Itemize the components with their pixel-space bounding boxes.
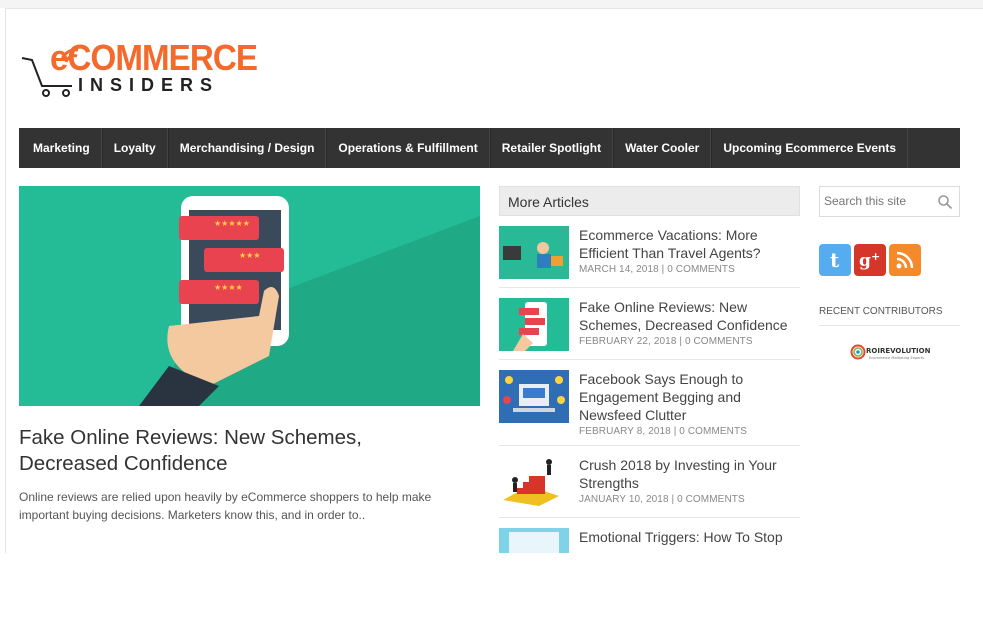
- rss-icon[interactable]: [889, 244, 921, 276]
- svg-text:g: g: [859, 251, 871, 271]
- article-meta: JANUARY 10, 2018 | 0 COMMENTS: [579, 494, 745, 505]
- article-thumbnail[interactable]: [499, 370, 569, 423]
- svg-text:ROIREVOLUTION: ROIREVOLUTION: [866, 347, 931, 355]
- article-title[interactable]: Crush 2018 by Investing in Your Strength…: [579, 456, 800, 492]
- logo-text-ecommerce: eCOMMERCE: [50, 37, 258, 78]
- logo-text-insiders: INSIDERS: [78, 75, 220, 95]
- roi-revolution-logo[interactable]: ROIREVOLUTION Ecommerce Marketing Expert…: [850, 343, 932, 361]
- page-bottom-blank: [0, 553, 983, 630]
- article-thumbnail[interactable]: [499, 456, 569, 509]
- top-strip: [0, 0, 983, 8]
- nav-item-operations[interactable]: Operations & Fulfillment: [326, 128, 490, 168]
- nav-item-loyalty[interactable]: Loyalty: [101, 128, 168, 168]
- article-title[interactable]: Emotional Triggers: How To Stop: [579, 528, 800, 546]
- search-icon[interactable]: [937, 194, 953, 210]
- svg-text:Ecommerce Marketing Experts: Ecommerce Marketing Experts: [869, 356, 924, 360]
- svg-text:t: t: [830, 249, 840, 271]
- article-thumbnail[interactable]: [499, 298, 569, 351]
- social-links: t g +: [819, 244, 921, 276]
- list-item[interactable]: Ecommerce Vacations: More Efficient Than…: [499, 226, 800, 288]
- google-plus-icon[interactable]: g +: [854, 244, 886, 276]
- article-title[interactable]: Fake Online Reviews: New Schemes, Decrea…: [579, 298, 800, 334]
- svg-text:★★★: ★★★: [239, 251, 261, 260]
- article-meta: MARCH 14, 2018 | 0 COMMENTS: [579, 264, 735, 275]
- phone-reviews-illustration: ★★★★★ ★★★ ★★★★: [19, 186, 480, 406]
- list-item[interactable]: Fake Online Reviews: New Schemes, Decrea…: [499, 298, 800, 360]
- article-meta: FEBRUARY 8, 2018 | 0 COMMENTS: [579, 426, 747, 437]
- nav-item-merchandising[interactable]: Merchandising / Design: [167, 128, 327, 168]
- site-logo[interactable]: eCOMMERCE INSIDERS: [20, 38, 258, 98]
- featured-excerpt: Online reviews are relied upon heavily b…: [19, 490, 432, 522]
- svg-text:★★★★★: ★★★★★: [214, 219, 250, 228]
- article-title[interactable]: Facebook Says Enough to Engagement Beggi…: [579, 370, 800, 424]
- search-input[interactable]: [824, 194, 929, 208]
- nav-item-water-cooler[interactable]: Water Cooler: [613, 128, 712, 168]
- article-thumbnail[interactable]: [499, 226, 569, 279]
- more-articles-list: Ecommerce Vacations: More Efficient Than…: [499, 226, 800, 599]
- main-nav: Marketing Loyalty Merchandising / Design…: [19, 128, 960, 168]
- svg-text:+: +: [871, 250, 880, 263]
- featured-image[interactable]: ★★★★★ ★★★ ★★★★: [19, 186, 480, 406]
- article-meta: FEBRUARY 22, 2018 | 0 COMMENTS: [579, 336, 753, 347]
- nav-item-retailer-spotlight[interactable]: Retailer Spotlight: [489, 128, 614, 168]
- nav-item-upcoming-events[interactable]: Upcoming Ecommerce Events: [711, 128, 909, 168]
- svg-text:★★★★: ★★★★: [214, 283, 243, 292]
- twitter-icon[interactable]: t: [819, 244, 851, 276]
- featured-title[interactable]: Fake Online Reviews: New Schemes, Decrea…: [19, 425, 439, 477]
- search-box: [819, 186, 960, 217]
- list-item[interactable]: Crush 2018 by Investing in Your Strength…: [499, 456, 800, 518]
- list-item[interactable]: Facebook Says Enough to Engagement Beggi…: [499, 370, 800, 446]
- article-title[interactable]: Ecommerce Vacations: More Efficient Than…: [579, 226, 800, 262]
- nav-item-marketing[interactable]: Marketing: [19, 128, 102, 168]
- recent-contributors-label: RECENT CONTRIBUTORS: [819, 306, 960, 326]
- more-articles-heading: More Articles: [499, 186, 800, 216]
